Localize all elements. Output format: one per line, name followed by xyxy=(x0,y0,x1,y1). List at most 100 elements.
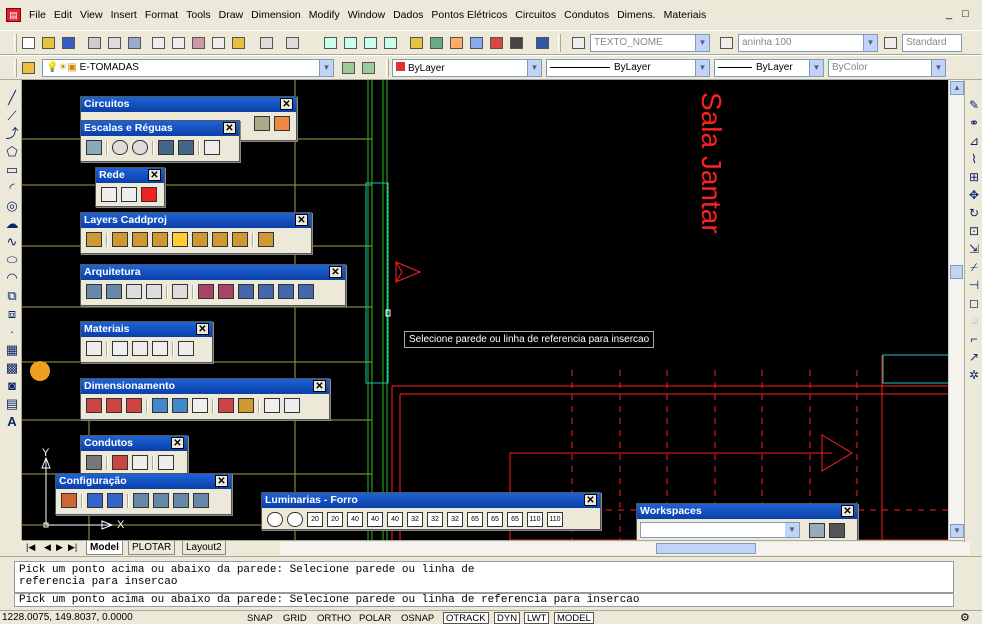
arch-tool-icon[interactable] xyxy=(258,284,274,299)
save-icon[interactable] xyxy=(60,34,77,51)
multiline-text-icon[interactable]: A xyxy=(4,414,20,430)
config-icon[interactable] xyxy=(87,493,103,508)
config-icon[interactable] xyxy=(107,493,123,508)
publish-icon[interactable] xyxy=(126,34,143,51)
scroll-thumb[interactable] xyxy=(950,265,963,279)
panel-title-luminarias[interactable]: Luminarias - Forro ✕ xyxy=(262,493,600,508)
luminaire-round-icon[interactable] xyxy=(287,512,303,527)
tab-model[interactable]: Model xyxy=(86,541,123,555)
plot-preview-icon[interactable] xyxy=(106,34,123,51)
line-icon[interactable]: ╱ xyxy=(4,90,20,106)
help-icon[interactable] xyxy=(534,34,551,51)
polyline-icon[interactable]: ⤴ xyxy=(4,126,20,142)
menu-view[interactable]: View xyxy=(76,9,107,21)
tab-prev-button[interactable]: ◀ xyxy=(44,542,51,553)
layer-tool-icon[interactable] xyxy=(192,232,208,247)
tab-plotar[interactable]: PLOTAR xyxy=(128,541,176,555)
dim-tool-icon[interactable] xyxy=(152,398,168,413)
layer-tool-icon[interactable] xyxy=(172,232,188,247)
conduit-text-icon[interactable] xyxy=(132,455,148,470)
luminaire-button[interactable]: 20 xyxy=(327,512,343,527)
layer-tool-icon[interactable] xyxy=(258,232,274,247)
window-icon[interactable] xyxy=(146,284,162,299)
close-icon[interactable]: ✕ xyxy=(313,380,326,392)
panel-title-configuracao[interactable]: Configuração ✕ xyxy=(56,474,231,489)
wall-icon[interactable] xyxy=(86,284,102,299)
gradient-icon[interactable]: ▩ xyxy=(4,360,20,376)
hatch-icon[interactable]: ▦ xyxy=(4,342,20,358)
scroll-down-icon[interactable]: ▼ xyxy=(950,524,964,538)
window-icon[interactable] xyxy=(126,284,142,299)
layer-tool-icon[interactable] xyxy=(232,232,248,247)
workspace-select[interactable]: ▼ xyxy=(640,522,800,538)
revcloud-icon[interactable]: ☁ xyxy=(4,216,20,232)
command-input[interactable]: Pick um ponto acima ou abaixo da parede:… xyxy=(14,593,954,607)
scale-object-icon[interactable]: ⊡ xyxy=(967,224,981,238)
zoom-window-icon[interactable] xyxy=(362,34,379,51)
make-block-icon[interactable]: ⧈ xyxy=(4,306,20,322)
ruler-tool-icon[interactable] xyxy=(178,140,194,155)
dim-tool-icon[interactable] xyxy=(218,398,234,413)
luminaire-button[interactable]: 20 xyxy=(307,512,323,527)
dim-tool-icon[interactable] xyxy=(172,398,188,413)
panel-title-escalas[interactable]: Escalas e Réguas ✕ xyxy=(81,121,239,136)
arch-tool-icon[interactable] xyxy=(238,284,254,299)
door-icon[interactable] xyxy=(106,284,122,299)
stretch-icon[interactable]: ⇲ xyxy=(967,242,981,256)
copy-object-icon[interactable]: ⚭ xyxy=(967,116,981,130)
minimize-button[interactable]: _ xyxy=(946,8,952,20)
network-delete-icon[interactable] xyxy=(141,187,157,202)
panel-title-materiais[interactable]: Materiais ✕ xyxy=(81,322,212,337)
luminaire-button[interactable]: 110 xyxy=(547,512,563,527)
layer-manager-icon[interactable] xyxy=(20,59,37,76)
toolbar-grip[interactable] xyxy=(558,34,561,52)
luminaire-button[interactable]: 40 xyxy=(387,512,403,527)
restore-button[interactable]: □ xyxy=(962,8,969,20)
ortho-toggle[interactable]: ORTHO xyxy=(314,612,354,624)
menu-draw[interactable]: Draw xyxy=(215,9,248,21)
luminaire-button[interactable]: 65 xyxy=(487,512,503,527)
luminaire-button[interactable]: 65 xyxy=(507,512,523,527)
menu-condutos[interactable]: Condutos xyxy=(560,9,613,21)
ruler-tool-icon[interactable] xyxy=(204,140,220,155)
luminaire-button[interactable]: 32 xyxy=(427,512,443,527)
dim-tool-icon[interactable] xyxy=(106,398,122,413)
dim-tool-icon[interactable] xyxy=(126,398,142,413)
menu-window[interactable]: Window xyxy=(344,9,389,21)
dyn-toggle[interactable]: DYN xyxy=(494,612,521,624)
menu-insert[interactable]: Insert xyxy=(107,9,141,21)
menu-materiais[interactable]: Materiais xyxy=(660,9,711,21)
app-logo-icon[interactable]: ▤ xyxy=(6,8,21,22)
menu-pontos-eletricos[interactable]: Pontos Elétricos xyxy=(427,9,511,21)
stair-icon[interactable] xyxy=(172,284,188,299)
array-icon[interactable]: ⊞ xyxy=(967,170,981,184)
dim-tool-icon[interactable] xyxy=(86,398,102,413)
material-icon[interactable] xyxy=(86,341,102,356)
text-style-select[interactable]: TEXTO_NOME ▼ xyxy=(590,34,710,52)
dim-tool-icon[interactable] xyxy=(264,398,280,413)
paste-icon[interactable] xyxy=(190,34,207,51)
menu-dimens[interactable]: Dimens. xyxy=(613,9,660,21)
move-icon[interactable]: ✥ xyxy=(967,188,981,202)
material-icon[interactable] xyxy=(152,341,168,356)
copy-icon[interactable] xyxy=(170,34,187,51)
toolbar-grip[interactable] xyxy=(14,59,17,77)
luminaire-button[interactable]: 32 xyxy=(447,512,463,527)
config-icon[interactable] xyxy=(193,493,209,508)
circle-icon[interactable]: ◎ xyxy=(4,198,20,214)
open-icon[interactable] xyxy=(40,34,57,51)
plotstyle-select[interactable]: ByColor ▼ xyxy=(828,59,946,77)
menu-tools[interactable]: Tools xyxy=(182,9,215,21)
luminaire-button[interactable]: 65 xyxy=(467,512,483,527)
panel-title-arquitetura[interactable]: Arquitetura ✕ xyxy=(81,265,345,280)
luminaire-button[interactable]: 40 xyxy=(367,512,383,527)
panel-title-circuitos[interactable]: Circuitos ✕ xyxy=(81,97,296,112)
close-icon[interactable]: ✕ xyxy=(295,214,308,226)
redo-icon[interactable] xyxy=(284,34,301,51)
close-icon[interactable]: ✕ xyxy=(280,98,293,110)
arch-tool-icon[interactable] xyxy=(298,284,314,299)
undo-icon[interactable] xyxy=(258,34,275,51)
config-icon[interactable] xyxy=(133,493,149,508)
ruler-tool-icon[interactable] xyxy=(158,140,174,155)
layer-previous-icon[interactable] xyxy=(360,59,377,76)
